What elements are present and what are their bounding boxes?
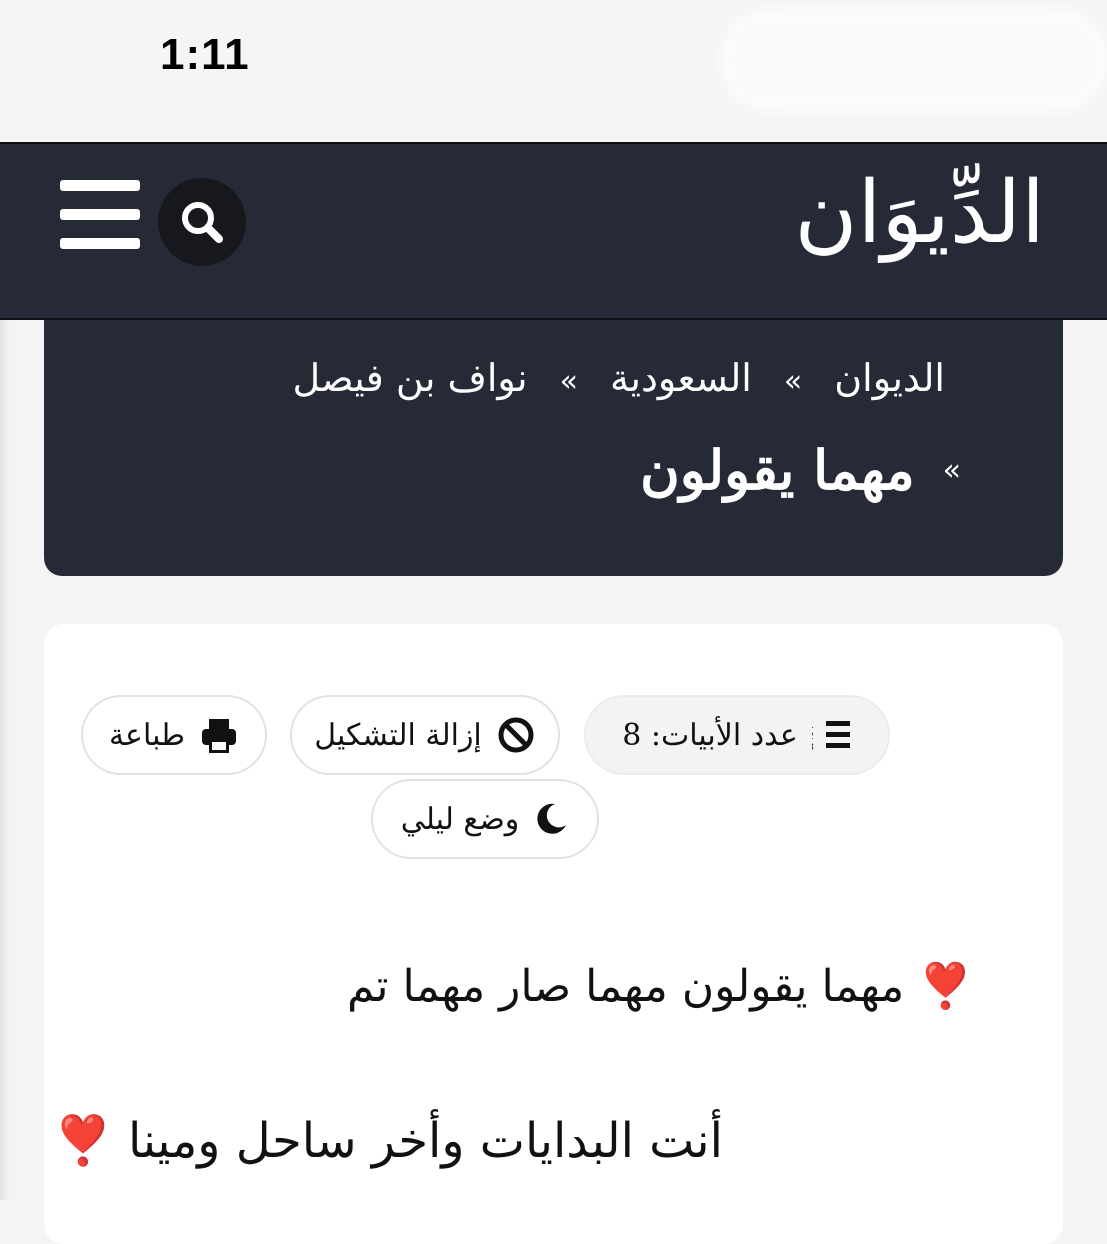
breadcrumb-separator: » [942, 452, 961, 488]
night-mode-button[interactable]: وضع ليلي [371, 779, 599, 859]
verse-count-badge: 1 2 3 عدد الأبيات: 8 [584, 695, 890, 775]
breadcrumb-separator: » [559, 364, 578, 399]
breadcrumb-separator: » [783, 364, 803, 399]
status-bar: 1:11 [0, 0, 1107, 142]
verse-text: مهما يقولون مهما صار مهما تم [346, 961, 905, 1012]
hamburger-menu-icon [60, 180, 140, 191]
status-time: 1:11 [160, 30, 250, 79]
page-title: مهما يقولون [640, 438, 915, 502]
breadcrumb-panel: الديوان » السعودية » نواف بن فيصل » مهما يقول… [44, 320, 1063, 576]
night-mode-label: وضع ليلي [400, 801, 520, 837]
svg-text:2: 2 [812, 731, 814, 742]
search-icon [182, 202, 223, 243]
heart-exclamation-emoji: ❣️ [918, 961, 973, 1012]
moon-icon [533, 801, 569, 837]
page-edge-shadow [0, 320, 10, 1200]
svg-text:1: 1 [812, 720, 814, 731]
breadcrumb-item-saudi[interactable]: السعودية [610, 356, 752, 400]
poem-verse: ❣️ مهما يقولون مهما صار مهما تم [347, 960, 973, 1012]
hamburger-menu-button[interactable] [60, 180, 140, 249]
svg-text:3: 3 [812, 742, 814, 753]
breadcrumb-item-poet[interactable]: نواف بن فيصل [292, 356, 527, 400]
poem-verse: أنت البدايات وأخر ساحل ومينا ❣️ [53, 1112, 723, 1169]
print-label: طباعة [108, 717, 186, 753]
verse-count-label: عدد الأبيات: 8 [622, 717, 798, 753]
remove-diacritics-button[interactable]: إزالة التشكيل [290, 695, 560, 775]
site-logo[interactable]: الدِّيوَان [794, 158, 1045, 270]
poem-card: 1 2 3 عدد الأبيات: 8 إزالة التشكيل طباعة [44, 624, 1063, 1244]
breadcrumb-current-row: » مهما يقولون [640, 438, 961, 502]
numbered-list-icon: 1 2 3 [812, 717, 852, 753]
print-button[interactable]: طباعة [81, 695, 267, 775]
hamburger-menu-icon-bar [60, 238, 140, 249]
breadcrumb-item-diwan[interactable]: الديوان [834, 356, 945, 400]
printer-icon [199, 715, 239, 755]
remove-diacritics-label: إزالة التشكيل [314, 717, 482, 753]
ban-icon [496, 715, 536, 755]
status-icons-blurred [730, 18, 1100, 102]
search-button[interactable] [158, 178, 246, 266]
heart-exclamation-emoji: ❣️ [52, 1113, 113, 1169]
hamburger-menu-icon-bar [60, 209, 140, 220]
verse-text: أنت البدايات وأخر ساحل ومينا [127, 1113, 723, 1169]
site-header: الدِّيوَان [0, 142, 1107, 320]
breadcrumb: الديوان » السعودية » نواف بن فيصل [292, 356, 945, 400]
